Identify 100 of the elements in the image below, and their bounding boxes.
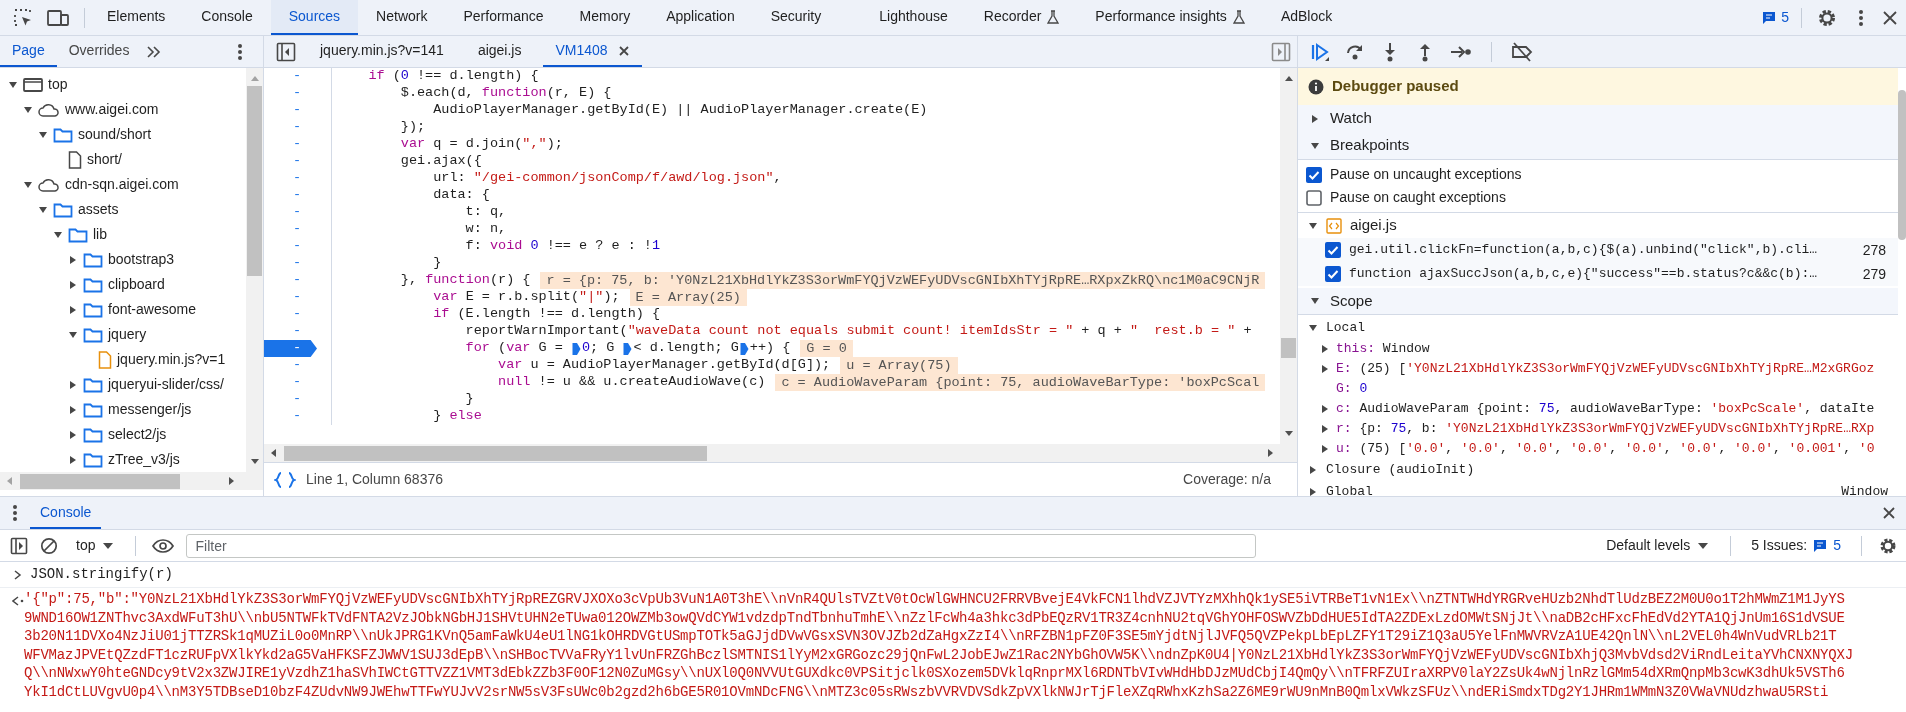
tree-item[interactable]: top — [0, 72, 246, 97]
scope-variable[interactable]: u: (75) ['0.0', '0.0', '0.0', '0.0', '0.0', '0.0', '0.0', '0.001', '0 — [1336, 439, 1875, 459]
tree-item[interactable]: sound/short — [0, 122, 246, 147]
context-selector[interactable]: top — [70, 535, 120, 556]
scope-variable[interactable]: E: (25) ['Y0NzL21XbHdlYkZ3S3orWmFYQjVzWEFyUDVscGNIbXhTYjRpRE…M2xGRGoz — [1336, 359, 1875, 379]
panel-tab[interactable]: Security — [752, 0, 840, 35]
tree-item[interactable]: font-awesome — [0, 297, 246, 322]
breakpoint-file[interactable]: aigei.js — [1298, 213, 1898, 238]
debugger-toggle-icon[interactable] — [1271, 41, 1291, 62]
checkbox[interactable] — [1306, 166, 1322, 183]
levels-dropdown[interactable]: Default levels — [1600, 535, 1715, 556]
panel-tab[interactable]: Application — [648, 0, 753, 35]
cloud-icon — [38, 177, 60, 192]
more-options-icon[interactable] — [237, 42, 243, 61]
breakpoint-marker[interactable] — [264, 340, 317, 357]
pretty-print-icon[interactable] — [274, 470, 296, 489]
more-options-icon[interactable] — [1858, 7, 1864, 28]
panel-tab[interactable]: Console — [183, 0, 271, 35]
line-number: - — [292, 186, 301, 205]
tree-item[interactable]: clipboard — [0, 272, 246, 297]
sidebar-toggle-icon[interactable] — [10, 536, 28, 555]
scrollbar-thumb[interactable] — [20, 473, 180, 489]
tree-item[interactable]: select2/js — [0, 422, 246, 447]
issues-button[interactable]: 5 Issues: 5 — [1747, 535, 1845, 556]
scope-group[interactable]: Global Window — [1298, 481, 1898, 496]
resume-icon[interactable] — [1310, 41, 1330, 62]
panel-tab[interactable]: Memory — [561, 0, 649, 35]
dropdown-arrow-icon — [103, 542, 114, 549]
line-number: - — [292, 203, 301, 222]
console-output-line: WFVMazJPVEtQZzdFT1czRUFpVXlkYkd2aG5VaHFKSFZJWWV1SUJ3dEpB\\nSHBocTVVaFRyY1lvUnFRZGhBczlSMTNIS1lYyM2xGRGozc29jQnFwL2JobEJwZ1Rac2NYbGhOVW5K\\ndnZpK0U4|Y0NzL21XbHdlYkZ3S3orWmFYQjVzWEFyUDVscGNIbXhjQ3MvbVdsd2ViRndLeitaYVhCNXNYQXJ — [24, 645, 1853, 664]
line-number: - — [292, 390, 301, 409]
line-number: - — [292, 68, 301, 86]
line-number: - — [292, 237, 301, 256]
tree-item[interactable]: lib — [0, 222, 246, 247]
tree-item[interactable]: bootstrap3 — [0, 247, 246, 272]
panel-tab[interactable]: Recorder — [965, 0, 1078, 35]
checkbox[interactable] — [1325, 242, 1341, 258]
tree-item[interactable]: jqueryui-slider/css/ — [0, 372, 246, 397]
console-output-line: Q\\nNWxwY0hteGNDcy9tV2x3ZWJIRE1yVzdhZ1haSVhIWCtGTTVZZ1VMT3dEbkZZb3F0OF12N0ZuMGsy\\nUXl0Q0NVVUtGUXdkc0VPSitjclk0SXozem5DVklqRnprMXl6RDNTbVIvWHdHbDJzMUdCbjI4QmQy\\nTFRFZUIraXRPV0laY2ZsUk4wNjlnRzlGMm54dXRmQnpMb3cwK3dhUk5VSTh6 — [24, 664, 1846, 683]
clear-console-icon[interactable] — [40, 536, 58, 555]
section-header[interactable]: Breakpoints — [1298, 132, 1898, 160]
scrollbar-thumb[interactable] — [284, 445, 707, 461]
deactivate-breakpoints-icon[interactable] — [1511, 41, 1533, 62]
close-icon[interactable] — [617, 44, 630, 57]
scrollbar-thumb[interactable] — [1898, 90, 1906, 240]
tree-item[interactable]: messenger/js — [0, 397, 246, 422]
panel-tab[interactable]: Lighthouse — [861, 0, 966, 35]
scrollbar-thumb[interactable] — [1281, 338, 1296, 358]
close-icon[interactable] — [1882, 506, 1896, 520]
panel-tab[interactable]: Network — [358, 0, 446, 35]
section-header[interactable]: Watch — [1298, 105, 1898, 132]
line-number: - — [292, 101, 301, 120]
file-tab[interactable]: VM1408 — [543, 36, 642, 67]
close-icon[interactable] — [1882, 9, 1898, 26]
line-number: - — [292, 373, 301, 392]
tree-item[interactable]: assets — [0, 197, 246, 222]
code-line: url: "/gei-common/jsonComp/f/awd/log.json", — [432, 169, 782, 188]
file-tab[interactable]: jquery.min.js?v=141 — [308, 36, 456, 67]
scope-variable[interactable]: r: {p: 75, b: 'Y0NzL21XbHdlYkZ3S3orWmFYQjVzWEFyUDVscGNIbXhTYjRpRE…RXp — [1336, 419, 1875, 439]
tree-item[interactable]: jquery.min.js?v=1 — [0, 347, 246, 372]
panel-tab[interactable]: Performance insights — [1077, 0, 1263, 35]
line-number: - — [292, 356, 301, 375]
panel-tab[interactable]: Performance — [445, 0, 562, 35]
scope-variable[interactable]: c: AudioWaveParam {point: 75, audioWaveBarType: 'boxPcScale', dataIte — [1336, 399, 1875, 419]
navigator-tab[interactable]: Overrides — [56, 36, 142, 67]
scope-group[interactable]: Local — [1298, 317, 1898, 339]
panel-tab[interactable]: AdBlock — [1262, 0, 1351, 35]
tree-item[interactable]: jquery — [0, 322, 246, 347]
panel-tab[interactable]: Sources — [270, 0, 359, 35]
code-line: $.each(d, function(r, E) { — [399, 84, 612, 103]
console-output-line: 3b20N11DVXo4NzJiU01jTTZRSk1qMUZiL0o0MnRP\\nUkJPRG1KVnQ5amFaWkU4eU1lNG1kOHRDVGtUSmpTOTk5aGJjdDVwVGsxSVN3OVJZb2dZaHgxZzI4\\nRFZBN1pFZ0F3SE5mYjdtNjlJVFQ5QVZPekpLbEpLZFY1T29iZ1Q3aU5YelFnMWVRVzA1UE42QnlN\\nL2VEL0h4WnVudVRLb21T — [24, 627, 1838, 646]
navigator-tab[interactable]: Page — [0, 36, 57, 67]
checkbox[interactable] — [1306, 189, 1322, 206]
scope-variable[interactable]: this: Window — [1336, 339, 1430, 359]
eye-icon[interactable] — [152, 538, 175, 553]
tree-item[interactable]: cdn-sqn.aigei.com — [0, 172, 246, 197]
drawer-tab[interactable]: Console — [30, 497, 102, 529]
navigator-toggle-icon[interactable] — [276, 41, 296, 62]
issues-button[interactable]: 5 — [1753, 7, 1797, 28]
panel-tab[interactable]: Elements — [89, 0, 184, 35]
scope-group[interactable]: Closure (audioInit) — [1298, 459, 1898, 481]
more-tabs-icon[interactable] — [147, 45, 162, 58]
checkbox[interactable] — [1325, 266, 1341, 282]
inspect-icon[interactable] — [12, 6, 34, 29]
line-number: - — [292, 152, 301, 171]
file-tab[interactable]: aigei.js — [465, 36, 534, 67]
section-header[interactable]: Scope — [1298, 288, 1898, 315]
drawer-menu-icon[interactable] — [12, 504, 18, 522]
folder-icon — [83, 426, 103, 443]
tree-item[interactable]: short/ — [0, 147, 246, 172]
console-output-line: 9WND16OW1ZNThvc3AxdWFuT3hU\\nbU5NTWFkTVdFNTA2VzJObkNGbHJ1SHVtUHN2eTUwa012OWZMb3owQVdCYW1vdzdpTndTbnhuTmhE\\nZzlFcWh4a3hkc3dPbEQzRV1TR3Z4cnhNU2tqVGhYOHFOSWVZbDdHUE5IdTA2ZDExLzdOMWtSNjJt\\naDB2cHFxcFhEdVd2YTA1QjJnUm16S1dVSUE — [24, 608, 1846, 627]
tree-item[interactable]: www.aigei.com — [0, 97, 246, 122]
code-line: } — [464, 390, 474, 409]
filter-field[interactable]: Filter — [186, 533, 1257, 558]
code-line: data: { — [432, 186, 490, 205]
scrollbar-thumb[interactable] — [247, 86, 262, 276]
scope-variable[interactable]: G: 0 — [1336, 379, 1368, 399]
code-line: t: q, — [464, 203, 507, 222]
folder-icon — [83, 376, 103, 393]
tree-item[interactable]: zTree_v3/js — [0, 447, 246, 472]
